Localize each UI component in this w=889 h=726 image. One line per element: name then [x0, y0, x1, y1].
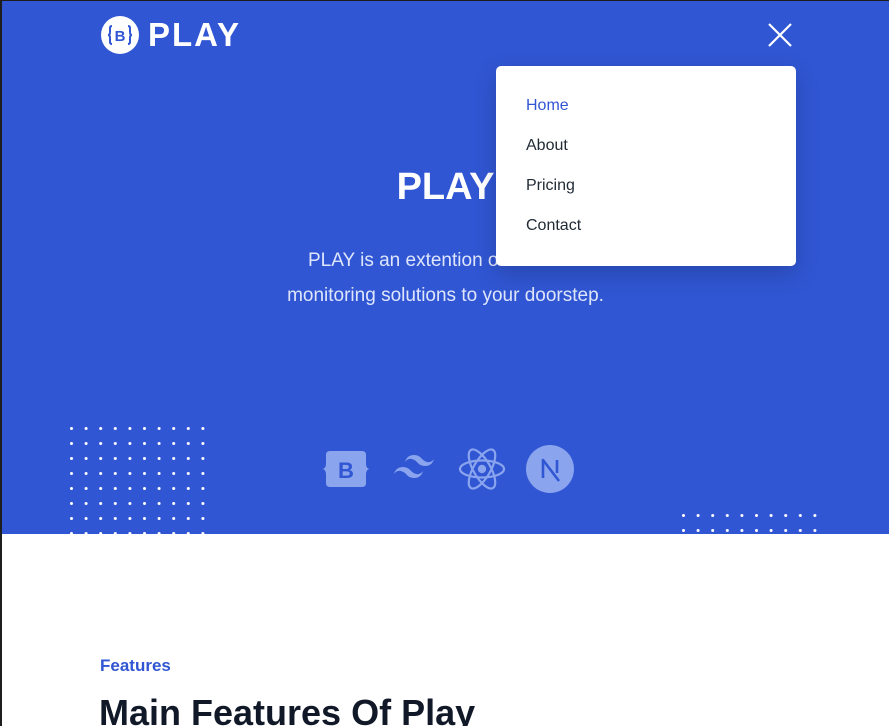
- decorative-dots-right: [682, 514, 822, 534]
- close-menu-button[interactable]: [766, 21, 794, 49]
- nav-item-about[interactable]: About: [496, 126, 796, 166]
- brand-icons: B: [322, 445, 574, 493]
- nav-dropdown-menu: Home About Pricing Contact: [496, 66, 796, 266]
- bootstrap-icon[interactable]: B: [322, 445, 370, 493]
- logo-link[interactable]: B PLAY: [100, 15, 241, 55]
- nav-item-contact[interactable]: Contact: [496, 206, 796, 246]
- window-frame-top: [0, 0, 889, 1]
- bootstrap-logo-icon: B: [101, 16, 139, 54]
- nav-item-pricing[interactable]: Pricing: [496, 166, 796, 206]
- logo-text: PLAY: [148, 16, 241, 53]
- nav-item-home[interactable]: Home: [496, 86, 796, 126]
- close-icon: [768, 23, 792, 47]
- hero-description-line-2: monitoring solutions to your doorstep.: [287, 285, 604, 306]
- decorative-dots-left: [70, 427, 210, 534]
- features-tag: Features: [100, 656, 171, 675]
- nextjs-icon[interactable]: [526, 445, 574, 493]
- features-title: Main Features Of Play: [99, 692, 476, 726]
- window-frame-left: [0, 0, 2, 726]
- tailwind-icon[interactable]: [390, 445, 438, 493]
- react-icon[interactable]: [458, 445, 506, 493]
- svg-text:B: B: [115, 28, 126, 45]
- svg-text:B: B: [338, 458, 354, 483]
